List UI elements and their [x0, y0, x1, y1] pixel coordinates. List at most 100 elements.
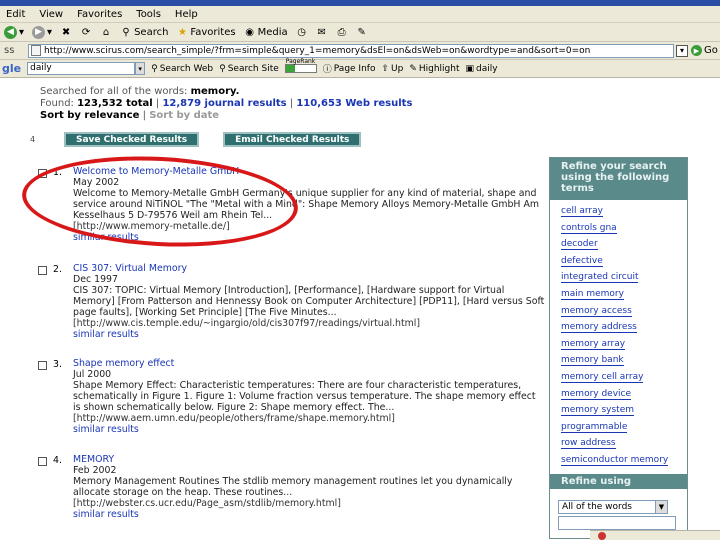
refine-term-link[interactable]: integrated circuit: [561, 270, 677, 287]
google-search-input[interactable]: daily: [27, 62, 136, 75]
go-arrow-icon: ▶: [691, 45, 702, 56]
result-title-link[interactable]: CIS 307: Virtual Memory: [73, 263, 545, 274]
refine-term-link[interactable]: decoder: [561, 237, 677, 254]
refine-term-link[interactable]: memory access: [561, 304, 677, 321]
search-label: Search: [134, 26, 169, 38]
refine-term-link[interactable]: memory device: [561, 387, 677, 404]
refine-text-input[interactable]: [558, 516, 676, 530]
favorites-button[interactable]: ★ Favorites: [176, 26, 236, 38]
highlight-button[interactable]: ✎ Highlight: [409, 64, 459, 74]
address-url: http://www.scirus.com/search_simple/?frm…: [44, 45, 591, 56]
refine-term-link[interactable]: defective: [561, 254, 677, 271]
page-info-button[interactable]: ⓘ Page Info: [323, 62, 376, 76]
result-url: [http://webster.cs.ucr.edu/Page_asm/stdl…: [73, 498, 341, 509]
refine-term-label: main memory: [561, 288, 624, 300]
refine-panel: Refine your search using the following t…: [549, 157, 688, 539]
similar-results-link[interactable]: similar results: [73, 424, 545, 435]
refine-term-link[interactable]: programmable: [561, 420, 677, 437]
refine-term-link[interactable]: memory address: [561, 320, 677, 337]
mail-icon[interactable]: ✉: [316, 26, 328, 38]
result-body: Welcome to Memory-Metalle GmbH May 2002 …: [73, 166, 545, 243]
page-marker: 4: [30, 135, 36, 144]
result-item: 1. Welcome to Memory-Metalle GmbH May 20…: [38, 166, 548, 258]
refine-term-link[interactable]: memory system: [561, 403, 677, 420]
refine-term-label: semiconductor memory: [561, 454, 669, 466]
result-checkbox[interactable]: [38, 266, 47, 275]
back-button[interactable]: ◀ ▾: [4, 25, 25, 39]
refresh-icon[interactable]: ⟳: [80, 26, 92, 38]
menu-help[interactable]: Help: [175, 9, 198, 20]
search-icon: ⚲: [122, 26, 130, 38]
result-number: 1.: [53, 167, 62, 178]
refine-term-link[interactable]: memory cell array: [561, 370, 677, 387]
menu-tools[interactable]: Tools: [136, 9, 161, 20]
google-dropdown-icon[interactable]: ▾: [135, 62, 146, 75]
result-title-link[interactable]: Shape memory effect: [73, 358, 545, 369]
sort-relevance: Sort by relevance: [40, 110, 140, 121]
result-date: Dec 1997: [73, 274, 118, 285]
refine-term-label: memory access: [561, 305, 632, 317]
pagerank-meter: PageRank: [284, 58, 317, 73]
searched-query: memory.: [190, 86, 240, 97]
highlight-icon: ✎: [409, 63, 417, 74]
similar-results-link[interactable]: similar results: [73, 509, 545, 520]
refine-term-link[interactable]: main memory: [561, 287, 677, 304]
home-icon[interactable]: ⌂: [100, 26, 112, 38]
search-button[interactable]: ⚲ Search: [120, 26, 168, 38]
pagerank-label: PageRank: [285, 58, 316, 65]
forward-button[interactable]: ▶ ▾: [32, 25, 53, 39]
go-button[interactable]: ▶ Go: [691, 45, 718, 56]
menu-view[interactable]: View: [39, 9, 63, 20]
sort-date-link[interactable]: Sort by date: [149, 110, 219, 121]
refine-term-label: defective: [561, 255, 603, 267]
forward-dropdown-icon: ▾: [47, 26, 53, 38]
email-checked-button[interactable]: Email Checked Results: [223, 132, 362, 147]
refine-heading: Refine your search using the following t…: [550, 158, 687, 200]
history-icon[interactable]: ◷: [296, 26, 308, 38]
result-body: Shape memory effect Jul 2000 Shape Memor…: [73, 358, 545, 435]
up-button[interactable]: ⇧ Up: [381, 64, 403, 74]
edit-icon[interactable]: ✎: [356, 26, 368, 38]
refine-term-link[interactable]: controls gna: [561, 221, 677, 238]
stop-icon[interactable]: ✖: [60, 26, 72, 38]
found-label: Found:: [40, 98, 74, 109]
result-url: [http://www.cis.temple.edu/~ingargio/old…: [73, 318, 421, 329]
result-checkbox[interactable]: [38, 361, 47, 370]
print-icon[interactable]: ⎙: [336, 26, 348, 38]
refine-term-label: programmable: [561, 421, 628, 433]
refine-term-link[interactable]: memory array: [561, 337, 677, 354]
search-web-button[interactable]: ⚲ Search Web: [151, 64, 213, 74]
result-snippet: Shape Memory Effect: Characteristic temp…: [73, 380, 536, 413]
refine-term-link[interactable]: cell array: [561, 204, 677, 221]
search-site-icon: ⚲: [219, 63, 226, 74]
result-item: 3. Shape memory effect Jul 2000 Shape Me…: [38, 358, 548, 450]
page-info-label: Page Info: [333, 63, 376, 74]
refine-mode-select[interactable]: All of the words ▼: [558, 500, 668, 514]
menu-edit[interactable]: Edit: [6, 9, 25, 20]
search-site-button[interactable]: ⚲ Search Site: [219, 64, 279, 74]
back-dropdown-icon: ▾: [19, 26, 25, 38]
result-title-link[interactable]: Welcome to Memory-Metalle GmbH: [73, 166, 545, 177]
result-snippet: CIS 307: TOPIC: Virtual Memory [Introduc…: [73, 285, 545, 318]
similar-results-link[interactable]: similar results: [73, 329, 545, 340]
refine-term-link[interactable]: memory bank: [561, 353, 677, 370]
journal-results-link[interactable]: 12,879 journal results: [162, 98, 286, 109]
daily-button[interactable]: ▣ daily: [466, 64, 498, 74]
similar-results-link[interactable]: similar results: [73, 232, 545, 243]
result-snippet: Welcome to Memory-Metalle GmbH Germany's…: [73, 188, 540, 221]
result-checkbox[interactable]: [38, 457, 47, 466]
web-results-link[interactable]: 110,653 Web results: [296, 98, 412, 109]
refine-term-link[interactable]: row address: [561, 436, 677, 453]
refine-term-link[interactable]: semiconductor memory: [561, 453, 677, 470]
menu-favorites[interactable]: Favorites: [77, 9, 122, 20]
media-button[interactable]: ◉ Media: [244, 26, 287, 38]
refine-term-label: row address: [561, 438, 616, 450]
address-input[interactable]: http://www.scirus.com/search_simple/?frm…: [28, 43, 674, 58]
address-dropdown-icon[interactable]: ▾: [676, 44, 688, 57]
result-checkbox[interactable]: [38, 169, 47, 178]
save-checked-button[interactable]: Save Checked Results: [64, 132, 200, 147]
result-number: 2.: [53, 264, 62, 275]
refine-term-label: memory address: [561, 322, 637, 334]
refine-term-label: memory system: [561, 405, 635, 417]
result-title-link[interactable]: MEMORY: [73, 454, 545, 465]
